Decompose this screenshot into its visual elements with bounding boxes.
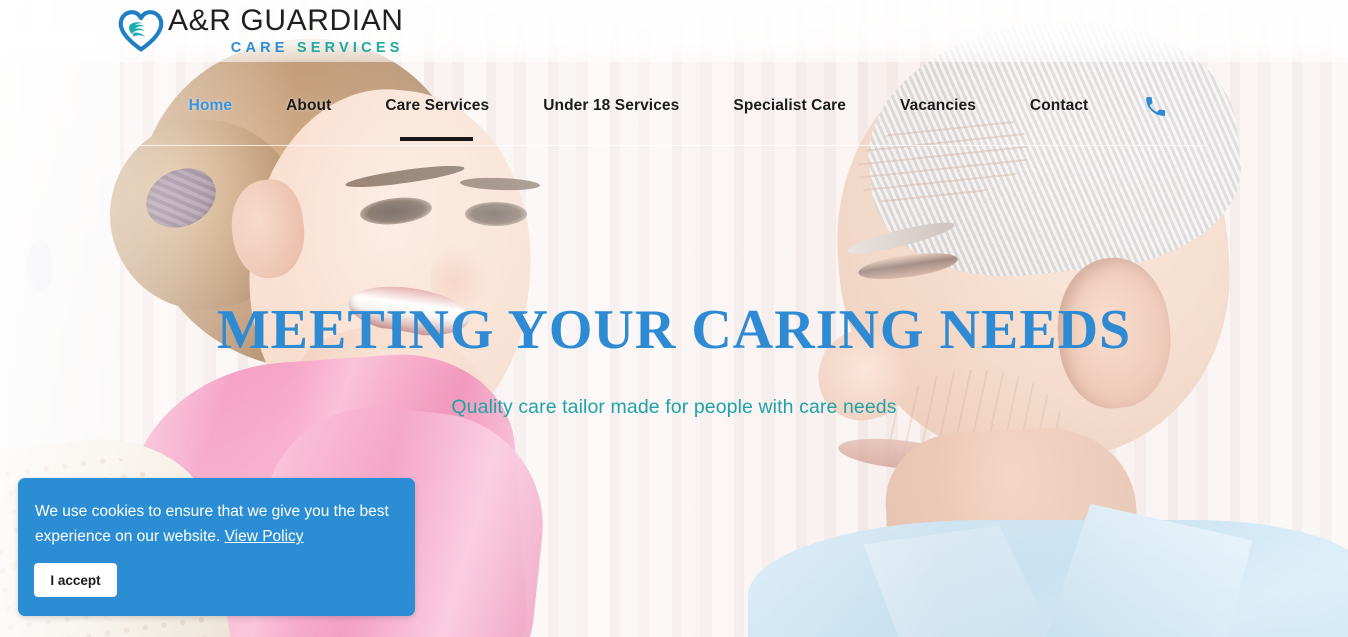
phone-icon[interactable] (1115, 94, 1186, 119)
view-policy-link[interactable]: View Policy (225, 528, 304, 545)
main-navigation: Home About Care Services Under 18 Servic… (0, 86, 1348, 126)
logo-brand-name: A&R GUARDIAN (168, 4, 404, 37)
logo-wordmark: A&R GUARDIAN CARE SERVICES (168, 6, 404, 56)
nav-item-specialist-care[interactable]: Specialist Care (706, 97, 873, 115)
hero-title: MEETING YOUR CARING NEEDS (216, 299, 1132, 361)
heart-hands-icon (118, 9, 164, 55)
site-logo[interactable]: A&R GUARDIAN CARE SERVICES (118, 6, 404, 56)
cookie-message-line1: We use cookies to ensure that we give yo… (35, 503, 389, 520)
nav-item-under-18-services[interactable]: Under 18 Services (516, 97, 706, 115)
nav-item-vacancies[interactable]: Vacancies (873, 97, 1003, 115)
nav-item-care-services[interactable]: Care Services (358, 97, 516, 115)
logo-tagline-care: CARE (230, 40, 289, 56)
hero-subtitle: Quality care tailor made for people with… (451, 396, 897, 418)
cookie-message: We use cookies to ensure that we give yo… (35, 499, 403, 549)
logo-tagline: CARE SERVICES (231, 41, 404, 56)
nav-item-home[interactable]: Home (162, 97, 259, 115)
nav-items-container: Home About Care Services Under 18 Servic… (162, 94, 1187, 119)
cookie-message-line2: experience on our website. (35, 528, 221, 546)
logo-tagline-services: SERVICES (296, 40, 404, 56)
nav-item-about[interactable]: About (259, 97, 358, 115)
nav-divider-line (122, 145, 1208, 146)
nav-active-indicator (400, 137, 473, 141)
nav-item-contact[interactable]: Contact (1003, 97, 1115, 115)
accept-cookies-button[interactable]: I accept (34, 563, 117, 597)
